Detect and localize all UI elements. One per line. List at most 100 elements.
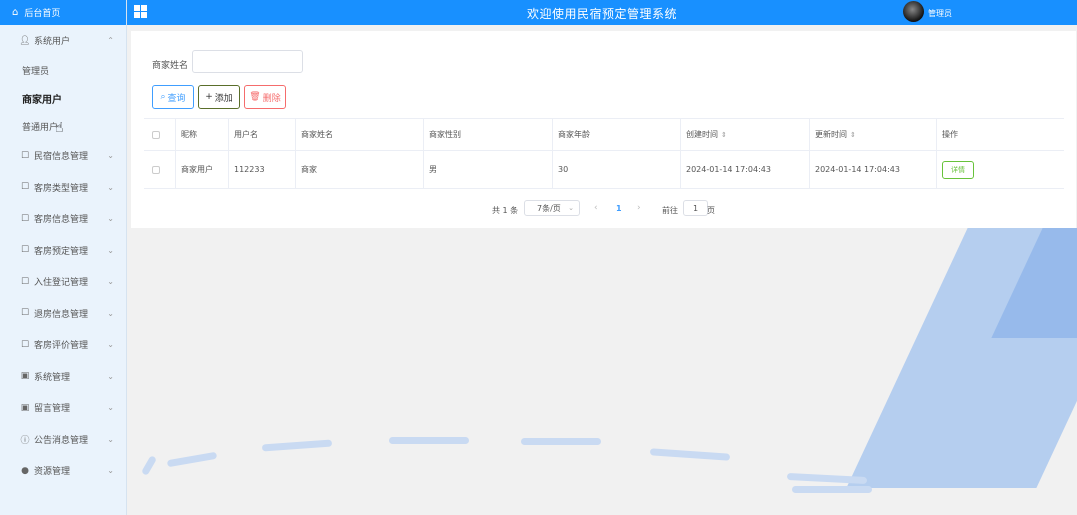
column-header-label: 商家年龄 (558, 130, 590, 139)
table-cell: 30 (552, 151, 680, 188)
pagination: 共 1 条 7条/页 ⌄ ‹ 1 › 前往 1 页 (131, 199, 1076, 219)
next-page-icon[interactable]: › (637, 203, 641, 213)
sidebar-sub-label: 商家用户 (22, 94, 62, 106)
sidebar-item-review[interactable]: ☐ 客房评价管理 ⌄ (0, 329, 126, 361)
table-cell: 男 (423, 151, 552, 188)
merchant-name-input[interactable] (192, 50, 303, 73)
home-icon: ⌂ (12, 7, 19, 18)
sidebar: ⌂ 后台首页 👤︎ 系统用户 ⌃ 管理员 商家用户 普通用户 ☐ 民宿信息管理 ⌄ … (0, 0, 127, 515)
cell-username: 112233 (234, 165, 265, 174)
sidebar-item-resource[interactable]: ● 资源管理 ⌄ (0, 455, 126, 487)
user-icon: 👤︎ (19, 35, 31, 46)
sidebar-item-booking[interactable]: ☐ 客房预定管理 ⌄ (0, 235, 126, 267)
row-select-cell (144, 151, 175, 188)
goto-page-input[interactable]: 1 (683, 200, 708, 216)
column-header-label: 创建时间 (686, 130, 718, 139)
edit-icon: ☐ (20, 339, 30, 350)
sidebar-sub-merchant[interactable]: 商家用户 (0, 84, 126, 112)
select-all-checkbox[interactable] (152, 130, 160, 139)
cell-name: 商家 (301, 165, 317, 174)
sidebar-item-label: 资源管理 (34, 467, 71, 478)
location-icon: ● (21, 465, 29, 476)
chevron-down-icon: ⌄ (107, 434, 114, 444)
cell-nickname: 商家用户 (181, 165, 213, 174)
top-header: 欢迎使用民宿预定管理系统 管理员 (127, 0, 1077, 25)
sidebar-item-message[interactable]: ▣ 留言管理 ⌄ (0, 392, 126, 424)
chevron-up-icon: ⌃ (107, 36, 114, 45)
page-size-select[interactable]: 7条/页 ⌄ (524, 200, 580, 216)
sidebar-item-checkout[interactable]: ☐ 退房信息管理 ⌄ (0, 298, 126, 330)
sidebar-home-label: 后台首页 (24, 9, 61, 19)
sidebar-item-label: 客房评价管理 (34, 341, 89, 352)
table-cell: 商家 (295, 151, 423, 188)
chevron-down-icon: ⌄ (107, 277, 114, 287)
sidebar-group-system-users[interactable]: 👤︎ 系统用户 ⌃ (0, 25, 126, 56)
chevron-down-icon: ⌄ (107, 308, 114, 318)
sidebar-item-room-type[interactable]: ☐ 客房类型管理 ⌄ (0, 172, 126, 204)
add-label: 添加 (214, 93, 233, 104)
delete-label: 删除 (262, 93, 281, 104)
trash-icon: 🗑︎ (249, 92, 261, 102)
edit-icon: ☐ (20, 308, 30, 319)
cell-created: 2024-01-14 17:04:43 (686, 165, 771, 174)
sidebar-group-label: 系统用户 (34, 37, 71, 47)
background-dash (166, 451, 218, 468)
chevron-down-icon: ⌄ (107, 182, 114, 192)
column-header-label: 更新时间 (815, 130, 847, 139)
sidebar-item-homestay[interactable]: ☐ 民宿信息管理 ⌄ (0, 140, 126, 172)
sidebar-sub-label: 普通用户 (22, 122, 59, 133)
info-icon: ⓘ (20, 435, 30, 446)
select-all-cell (144, 119, 175, 150)
sidebar-item-label: 客房预定管理 (34, 246, 89, 257)
chevron-down-icon: ⌄ (107, 403, 114, 413)
sidebar-item-label: 客房类型管理 (34, 183, 89, 194)
column-header-sortable[interactable]: 更新时间 ⇕ (809, 119, 936, 150)
sidebar-item-system[interactable]: ▣ 系统管理 ⌄ (0, 361, 126, 393)
sort-icon[interactable]: ⇕ (850, 131, 856, 139)
chevron-down-icon: ⌄ (107, 151, 114, 161)
avatar[interactable] (903, 1, 924, 22)
query-button[interactable]: ⌕ 查询 (152, 85, 194, 109)
edit-icon: ☐ (20, 182, 30, 193)
add-button[interactable]: + 添加 (198, 85, 240, 109)
edit-icon: ☐ (20, 150, 30, 161)
table-cell: 商家用户 (175, 151, 228, 188)
sidebar-item-notice[interactable]: ⓘ 公告消息管理 ⌄ (0, 424, 126, 456)
search-icon: ⌕ (160, 92, 166, 102)
sidebar-item-room-info[interactable]: ☐ 客房信息管理 ⌄ (0, 203, 126, 235)
table-cell: 2024-01-14 17:04:43 (809, 151, 936, 188)
row-checkbox[interactable] (152, 165, 160, 174)
column-header: 商家姓名 (295, 119, 423, 150)
goto-label: 前往 (662, 206, 678, 215)
header-username[interactable]: 管理员 (928, 8, 952, 19)
chevron-down-icon: ⌄ (107, 245, 114, 255)
sort-icon[interactable]: ⇕ (721, 131, 727, 139)
column-header-sortable[interactable]: 创建时间 ⇕ (680, 119, 809, 150)
delete-button[interactable]: 🗑︎ 删除 (244, 85, 286, 109)
content-panel: 商家姓名 ⌕ 查询 + 添加 🗑︎ 删除 昵称 用户名 商家姓名 商家性别 商家… (131, 31, 1076, 228)
column-header-label: 商家性别 (429, 130, 461, 139)
chevron-down-icon: ⌄ (107, 371, 114, 381)
main-content: 商家姓名 ⌕ 查询 + 添加 🗑︎ 删除 昵称 用户名 商家姓名 商家性别 商家… (127, 25, 1077, 515)
table-cell: 详情 (936, 151, 1064, 188)
sidebar-item-label: 入住登记管理 (34, 278, 89, 289)
sidebar-home[interactable]: ⌂ 后台首页 (0, 0, 126, 25)
page-number-current[interactable]: 1 (616, 204, 622, 213)
detail-button[interactable]: 详情 (942, 160, 974, 179)
chevron-down-icon: ⌄ (107, 340, 114, 350)
prev-page-icon[interactable]: ‹ (594, 203, 598, 213)
column-header-label: 操作 (942, 130, 958, 139)
chevron-down-icon: ⌄ (568, 204, 574, 212)
column-header: 操作 (936, 119, 1064, 150)
sidebar-item-label: 系统管理 (34, 372, 71, 383)
chevron-down-icon: ⌄ (107, 466, 114, 476)
background-dash (521, 438, 601, 445)
image-icon: ▣ (20, 371, 30, 382)
cell-updated: 2024-01-14 17:04:43 (815, 165, 900, 174)
sidebar-sub-admin[interactable]: 管理员 (0, 56, 126, 84)
sidebar-sub-label: 管理员 (22, 66, 50, 77)
column-header: 商家性别 (423, 119, 552, 150)
sidebar-item-checkin[interactable]: ☐ 入住登记管理 ⌄ (0, 266, 126, 298)
cell-gender: 男 (429, 165, 437, 174)
sidebar-item-label: 留言管理 (34, 404, 71, 415)
